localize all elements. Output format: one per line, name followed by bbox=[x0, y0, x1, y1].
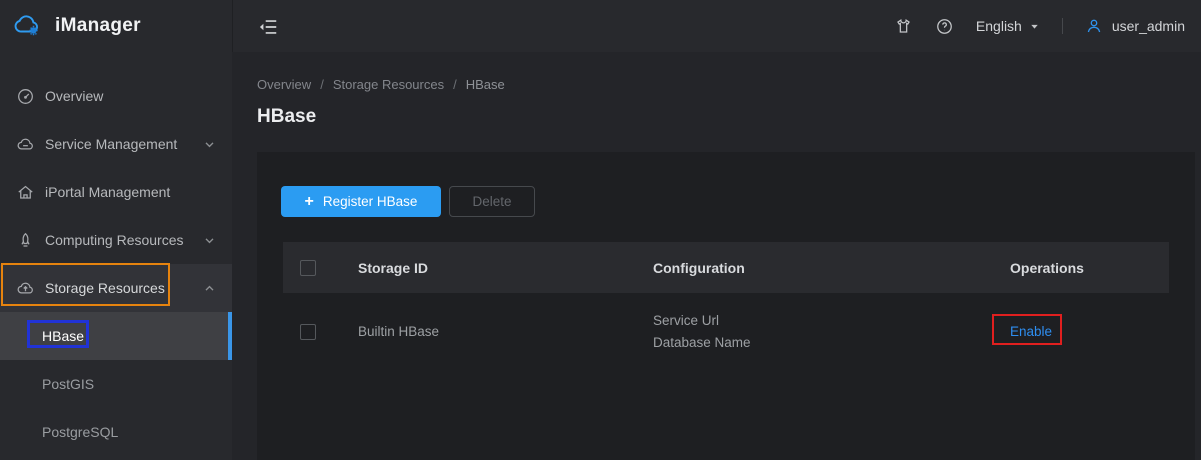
content-card: + Register HBase Delete Storage ID Confi… bbox=[257, 152, 1195, 460]
row-checkbox[interactable] bbox=[300, 324, 316, 340]
sidebar-item-storage-resources[interactable]: Storage Resources bbox=[0, 264, 232, 312]
topbar-actions: English user_admin bbox=[894, 17, 1187, 36]
operations-cell: Enable bbox=[1010, 324, 1169, 339]
sidebar-item-postgis[interactable]: PostGIS bbox=[0, 360, 232, 408]
sidebar-item-computing-resources[interactable]: Computing Resources bbox=[0, 216, 232, 264]
collapse-menu-icon[interactable] bbox=[257, 16, 279, 36]
main-content: Overview / Storage Resources / HBase HBa… bbox=[232, 52, 1201, 460]
cloud-gear-logo-icon bbox=[13, 13, 45, 39]
imanager-screen: iManager Overview Service Manage bbox=[0, 0, 1201, 460]
breadcrumb-overview[interactable]: Overview bbox=[257, 77, 311, 92]
sidebar-item-hbase[interactable]: HBase bbox=[0, 312, 232, 360]
app-title: iManager bbox=[55, 15, 141, 37]
sidebar-menu: Overview Service Management bbox=[0, 52, 232, 456]
breadcrumb-hbase: HBase bbox=[466, 77, 505, 92]
submenu-item-label: PostGIS bbox=[42, 376, 94, 392]
sidebar-item-label: Overview bbox=[45, 88, 216, 104]
app-logo: iManager bbox=[0, 0, 232, 52]
sidebar-item-label: Service Management bbox=[45, 136, 203, 152]
delete-label: Delete bbox=[472, 194, 511, 209]
column-header-storage-id: Storage ID bbox=[358, 260, 653, 276]
sidebar-item-label: Computing Resources bbox=[45, 232, 203, 248]
chevron-down-icon bbox=[203, 234, 216, 247]
cloud-service-icon bbox=[16, 135, 35, 154]
cloud-upload-icon bbox=[16, 279, 35, 298]
register-hbase-button[interactable]: + Register HBase bbox=[281, 186, 441, 217]
page-title: HBase bbox=[257, 106, 316, 128]
storage-table: Storage ID Configuration Operations Buil… bbox=[283, 242, 1169, 370]
sidebar-item-service-management[interactable]: Service Management bbox=[0, 120, 232, 168]
help-icon[interactable] bbox=[935, 17, 954, 36]
breadcrumb: Overview / Storage Resources / HBase bbox=[257, 77, 505, 92]
sidebar: iManager Overview Service Manage bbox=[0, 0, 232, 460]
rocket-icon bbox=[16, 231, 35, 250]
caret-down-icon bbox=[1029, 21, 1040, 32]
theme-skin-icon[interactable] bbox=[894, 17, 913, 36]
chevron-down-icon bbox=[203, 138, 216, 151]
config-database-name: Database Name bbox=[653, 332, 1010, 354]
active-item-indicator bbox=[228, 312, 232, 360]
topbar: English user_admin bbox=[232, 0, 1201, 52]
table-row: Builtin HBase Service Url Database Name … bbox=[283, 293, 1169, 370]
username-label: user_admin bbox=[1112, 18, 1185, 34]
breadcrumb-separator: / bbox=[320, 77, 324, 92]
sidebar-item-postgresql[interactable]: PostgreSQL bbox=[0, 408, 232, 456]
column-header-operations: Operations bbox=[1010, 260, 1169, 276]
row-checkbox-cell bbox=[283, 324, 358, 340]
plus-icon: + bbox=[305, 194, 314, 210]
column-header-configuration: Configuration bbox=[653, 260, 1010, 276]
submenu-item-label: HBase bbox=[42, 328, 84, 344]
configuration-cell: Service Url Database Name bbox=[653, 310, 1010, 354]
register-hbase-label: Register HBase bbox=[323, 194, 418, 209]
breadcrumb-storage-resources[interactable]: Storage Resources bbox=[333, 77, 444, 92]
breadcrumb-separator: / bbox=[453, 77, 457, 92]
storage-resources-submenu: HBase PostGIS PostgreSQL bbox=[0, 312, 232, 456]
gauge-icon bbox=[16, 87, 35, 106]
storage-id-cell: Builtin HBase bbox=[358, 324, 653, 339]
sidebar-item-iportal-management[interactable]: iPortal Management bbox=[0, 168, 232, 216]
submenu-item-label: PostgreSQL bbox=[42, 424, 118, 440]
user-icon bbox=[1085, 17, 1103, 35]
portal-home-icon bbox=[16, 183, 35, 202]
language-label: English bbox=[976, 18, 1022, 34]
sidebar-item-label: Storage Resources bbox=[45, 280, 203, 296]
chevron-up-icon bbox=[203, 282, 216, 295]
delete-button[interactable]: Delete bbox=[449, 186, 535, 217]
config-service-url: Service Url bbox=[653, 310, 1010, 332]
topbar-divider bbox=[1062, 18, 1063, 34]
table-header-row: Storage ID Configuration Operations bbox=[283, 242, 1169, 293]
sidebar-item-label: iPortal Management bbox=[45, 184, 216, 200]
select-all-checkbox[interactable] bbox=[300, 260, 316, 276]
sidebar-item-overview[interactable]: Overview bbox=[0, 72, 232, 120]
header-checkbox-cell bbox=[283, 260, 358, 276]
enable-link[interactable]: Enable bbox=[1010, 324, 1052, 339]
language-selector[interactable]: English bbox=[976, 18, 1040, 34]
user-menu[interactable]: user_admin bbox=[1085, 17, 1187, 35]
